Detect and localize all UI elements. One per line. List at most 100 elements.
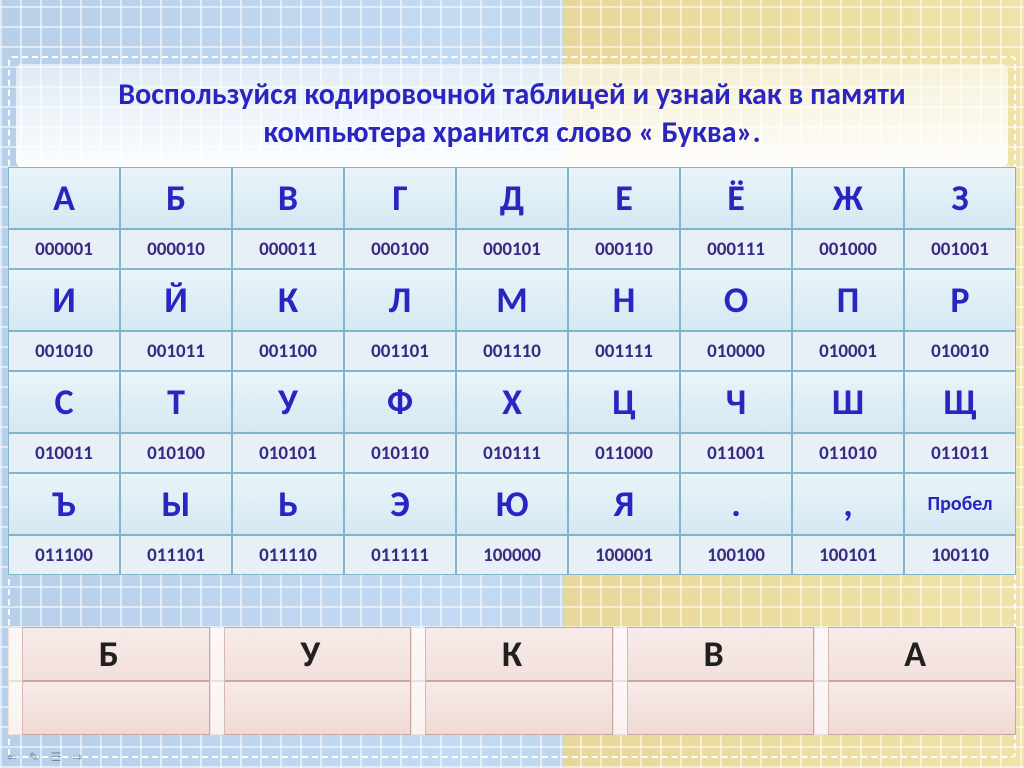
menu-button[interactable]: ☰	[48, 750, 64, 764]
letter-cell: П	[792, 269, 904, 331]
word-letter-cell: К	[411, 627, 613, 681]
word-letter-cell: У	[210, 627, 412, 681]
code-cell: 011000	[568, 433, 680, 473]
letter-cell: Пробел	[904, 473, 1016, 535]
prev-slide-button[interactable]: ⇦	[4, 750, 20, 764]
letter-cell: У	[232, 371, 344, 433]
word-answer-cell[interactable]	[613, 681, 815, 735]
code-cell: 000101	[456, 229, 568, 269]
task-title: Воспользуйся кодировочной таблицей и узн…	[16, 64, 1008, 167]
letter-cell: Г	[344, 167, 456, 229]
word-answer-cell[interactable]	[210, 681, 412, 735]
code-cell: 000011	[232, 229, 344, 269]
code-cell: 001101	[344, 331, 456, 371]
word-letter-cell: А	[814, 627, 1016, 681]
letter-cell: О	[680, 269, 792, 331]
word-letter-cell: Б	[8, 627, 210, 681]
word-letters-row: БУКВА	[8, 627, 1016, 681]
code-cell: 011010	[792, 433, 904, 473]
letter-cell: Б	[120, 167, 232, 229]
word-answer-cell[interactable]	[8, 681, 210, 735]
code-cell: 011001	[680, 433, 792, 473]
code-cell: 100100	[680, 535, 792, 575]
letter-cell: Р	[904, 269, 1016, 331]
code-cell: 001111	[568, 331, 680, 371]
letter-cell: Ж	[792, 167, 904, 229]
letter-cell: Х	[456, 371, 568, 433]
code-cell: 010101	[232, 433, 344, 473]
code-cell: 001011	[120, 331, 232, 371]
code-cell: 010000	[680, 331, 792, 371]
code-cell: 011011	[904, 433, 1016, 473]
pen-button[interactable]: ✎	[26, 750, 42, 764]
letter-cell: Я	[568, 473, 680, 535]
code-cell: 000010	[120, 229, 232, 269]
letter-cell: З	[904, 167, 1016, 229]
letter-cell: Ё	[680, 167, 792, 229]
letter-cell: .	[680, 473, 792, 535]
code-row: 0100110101000101010101100101110110000110…	[8, 433, 1016, 473]
letter-cell: Ъ	[8, 473, 120, 535]
code-row: 0010100010110011000011010011100011110100…	[8, 331, 1016, 371]
letter-cell: Ф	[344, 371, 456, 433]
word-answer-cell[interactable]	[814, 681, 1016, 735]
letter-cell: Э	[344, 473, 456, 535]
code-row: 0000010000100000110001000001010001100001…	[8, 229, 1016, 269]
letter-cell: Ь	[232, 473, 344, 535]
letter-cell: Д	[456, 167, 568, 229]
code-cell: 010111	[456, 433, 568, 473]
letter-cell: А	[8, 167, 120, 229]
letter-cell: Ч	[680, 371, 792, 433]
word-letter-cell: В	[613, 627, 815, 681]
code-cell: 000100	[344, 229, 456, 269]
encoding-table: АБВГДЕЁЖЗ0000010000100000110001000001010…	[8, 167, 1016, 575]
code-cell: 011100	[8, 535, 120, 575]
letter-cell: М	[456, 269, 568, 331]
code-cell: 100110	[904, 535, 1016, 575]
code-cell: 001100	[232, 331, 344, 371]
letter-cell: И	[8, 269, 120, 331]
letter-cell: С	[8, 371, 120, 433]
letter-cell: ,	[792, 473, 904, 535]
letter-cell: Т	[120, 371, 232, 433]
code-cell: 000110	[568, 229, 680, 269]
word-table: БУКВА	[8, 627, 1016, 735]
code-cell: 100001	[568, 535, 680, 575]
code-cell: 100000	[456, 535, 568, 575]
code-cell: 000111	[680, 229, 792, 269]
word-answer-cell[interactable]	[411, 681, 613, 735]
letter-cell: Ш	[792, 371, 904, 433]
letter-cell: Й	[120, 269, 232, 331]
code-cell: 011110	[232, 535, 344, 575]
word-answers-row	[8, 681, 1016, 735]
letter-row: СТУФХЦЧШЩ	[8, 371, 1016, 433]
code-cell: 100101	[792, 535, 904, 575]
code-cell: 011101	[120, 535, 232, 575]
letter-cell: Ю	[456, 473, 568, 535]
letter-row: ЪЫЬЭЮЯ.,Пробел	[8, 473, 1016, 535]
code-cell: 010011	[8, 433, 120, 473]
letter-cell: К	[232, 269, 344, 331]
code-cell: 010001	[792, 331, 904, 371]
code-cell: 001010	[8, 331, 120, 371]
letter-cell: Л	[344, 269, 456, 331]
code-cell: 000001	[8, 229, 120, 269]
nav-toolbar: ⇦ ✎ ☰ ⇨	[4, 750, 86, 764]
code-cell: 010010	[904, 331, 1016, 371]
code-cell: 001001	[904, 229, 1016, 269]
letter-cell: Е	[568, 167, 680, 229]
letter-row: ИЙКЛМНОПР	[8, 269, 1016, 331]
code-row: 0111000111010111100111111000001000011001…	[8, 535, 1016, 575]
letter-cell: Ц	[568, 371, 680, 433]
letter-cell: Щ	[904, 371, 1016, 433]
letter-cell: В	[232, 167, 344, 229]
letter-row: АБВГДЕЁЖЗ	[8, 167, 1016, 229]
code-cell: 011111	[344, 535, 456, 575]
letter-cell: Н	[568, 269, 680, 331]
code-cell: 001000	[792, 229, 904, 269]
code-cell: 010110	[344, 433, 456, 473]
letter-cell: Ы	[120, 473, 232, 535]
code-cell: 001110	[456, 331, 568, 371]
next-slide-button[interactable]: ⇨	[70, 750, 86, 764]
code-cell: 010100	[120, 433, 232, 473]
